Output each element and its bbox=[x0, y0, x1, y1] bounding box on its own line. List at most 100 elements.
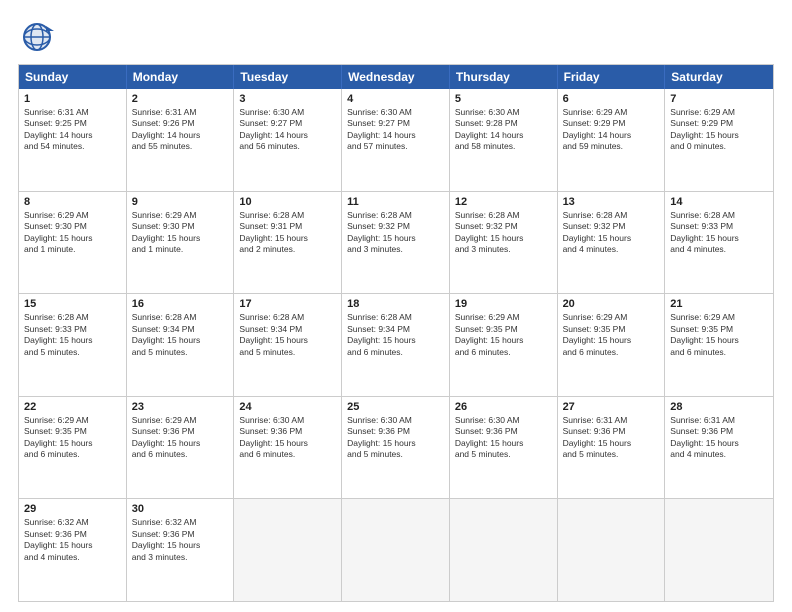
cell-info: Sunrise: 6:31 AM Sunset: 9:25 PM Dayligh… bbox=[24, 107, 121, 153]
weekday-header: Wednesday bbox=[342, 65, 450, 89]
calendar-cell: 9 Sunrise: 6:29 AM Sunset: 9:30 PM Daylig… bbox=[127, 192, 235, 294]
calendar-cell: 10 Sunrise: 6:28 AM Sunset: 9:31 PM Dayli… bbox=[234, 192, 342, 294]
day-number: 28 bbox=[670, 401, 768, 413]
calendar-cell: 13 Sunrise: 6:28 AM Sunset: 9:32 PM Dayli… bbox=[558, 192, 666, 294]
cell-info: Sunrise: 6:29 AM Sunset: 9:29 PM Dayligh… bbox=[670, 107, 768, 153]
cell-info: Sunrise: 6:29 AM Sunset: 9:35 PM Dayligh… bbox=[24, 415, 121, 461]
calendar-cell: 14 Sunrise: 6:28 AM Sunset: 9:33 PM Dayli… bbox=[665, 192, 773, 294]
cell-info: Sunrise: 6:28 AM Sunset: 9:34 PM Dayligh… bbox=[347, 312, 444, 358]
cell-info: Sunrise: 6:30 AM Sunset: 9:36 PM Dayligh… bbox=[347, 415, 444, 461]
cell-info: Sunrise: 6:28 AM Sunset: 9:32 PM Dayligh… bbox=[455, 210, 552, 256]
calendar-cell: 1Sunrise: 6:31 AM Sunset: 9:25 PM Daylig… bbox=[19, 89, 127, 191]
cell-info: Sunrise: 6:29 AM Sunset: 9:30 PM Dayligh… bbox=[132, 210, 229, 256]
day-number: 5 bbox=[455, 93, 552, 105]
cell-info: Sunrise: 6:29 AM Sunset: 9:35 PM Dayligh… bbox=[563, 312, 660, 358]
cell-info: Sunrise: 6:32 AM Sunset: 9:36 PM Dayligh… bbox=[132, 517, 229, 563]
day-number: 21 bbox=[670, 298, 768, 310]
calendar-body: 1Sunrise: 6:31 AM Sunset: 9:25 PM Daylig… bbox=[19, 89, 773, 601]
day-number: 19 bbox=[455, 298, 552, 310]
calendar-cell bbox=[234, 499, 342, 601]
day-number: 16 bbox=[132, 298, 229, 310]
calendar-cell: 3 Sunrise: 6:30 AM Sunset: 9:27 PM Daylig… bbox=[234, 89, 342, 191]
calendar-cell: 21 Sunrise: 6:29 AM Sunset: 9:35 PM Dayli… bbox=[665, 294, 773, 396]
cell-info: Sunrise: 6:30 AM Sunset: 9:27 PM Dayligh… bbox=[239, 107, 336, 153]
calendar-cell: 20 Sunrise: 6:29 AM Sunset: 9:35 PM Dayli… bbox=[558, 294, 666, 396]
calendar-cell: 18 Sunrise: 6:28 AM Sunset: 9:34 PM Dayli… bbox=[342, 294, 450, 396]
logo-icon bbox=[18, 18, 56, 56]
day-number: 30 bbox=[132, 503, 229, 515]
cell-info: Sunrise: 6:28 AM Sunset: 9:32 PM Dayligh… bbox=[563, 210, 660, 256]
cell-info: Sunrise: 6:30 AM Sunset: 9:28 PM Dayligh… bbox=[455, 107, 552, 153]
weekday-header: Friday bbox=[558, 65, 666, 89]
calendar-cell: 29 Sunrise: 6:32 AM Sunset: 9:36 PM Dayli… bbox=[19, 499, 127, 601]
logo bbox=[18, 18, 62, 56]
calendar-cell: 5 Sunrise: 6:30 AM Sunset: 9:28 PM Daylig… bbox=[450, 89, 558, 191]
calendar: SundayMondayTuesdayWednesdayThursdayFrid… bbox=[18, 64, 774, 602]
day-number: 18 bbox=[347, 298, 444, 310]
calendar-cell: 22 Sunrise: 6:29 AM Sunset: 9:35 PM Dayli… bbox=[19, 397, 127, 499]
day-number: 29 bbox=[24, 503, 121, 515]
day-number: 26 bbox=[455, 401, 552, 413]
calendar-cell: 6 Sunrise: 6:29 AM Sunset: 9:29 PM Daylig… bbox=[558, 89, 666, 191]
day-number: 3 bbox=[239, 93, 336, 105]
calendar-cell: 25Sunrise: 6:30 AM Sunset: 9:36 PM Dayli… bbox=[342, 397, 450, 499]
cell-info: Sunrise: 6:30 AM Sunset: 9:36 PM Dayligh… bbox=[455, 415, 552, 461]
calendar-cell: 28 Sunrise: 6:31 AM Sunset: 9:36 PM Dayli… bbox=[665, 397, 773, 499]
cell-info: Sunrise: 6:29 AM Sunset: 9:35 PM Dayligh… bbox=[455, 312, 552, 358]
cell-info: Sunrise: 6:30 AM Sunset: 9:36 PM Dayligh… bbox=[239, 415, 336, 461]
calendar-cell: 15 Sunrise: 6:28 AM Sunset: 9:33 PM Dayli… bbox=[19, 294, 127, 396]
calendar-cell: 4Sunrise: 6:30 AM Sunset: 9:27 PM Daylig… bbox=[342, 89, 450, 191]
page: SundayMondayTuesdayWednesdayThursdayFrid… bbox=[0, 0, 792, 612]
day-number: 11 bbox=[347, 196, 444, 208]
day-number: 12 bbox=[455, 196, 552, 208]
day-number: 14 bbox=[670, 196, 768, 208]
calendar-cell: 7 Sunrise: 6:29 AM Sunset: 9:29 PM Daylig… bbox=[665, 89, 773, 191]
weekday-header: Saturday bbox=[665, 65, 773, 89]
calendar-cell: 12 Sunrise: 6:28 AM Sunset: 9:32 PM Dayli… bbox=[450, 192, 558, 294]
day-number: 10 bbox=[239, 196, 336, 208]
calendar-cell: 11 Sunrise: 6:28 AM Sunset: 9:32 PM Dayli… bbox=[342, 192, 450, 294]
day-number: 15 bbox=[24, 298, 121, 310]
day-number: 9 bbox=[132, 196, 229, 208]
cell-info: Sunrise: 6:28 AM Sunset: 9:33 PM Dayligh… bbox=[24, 312, 121, 358]
day-number: 8 bbox=[24, 196, 121, 208]
calendar-cell: 19 Sunrise: 6:29 AM Sunset: 9:35 PM Dayli… bbox=[450, 294, 558, 396]
cell-info: Sunrise: 6:28 AM Sunset: 9:32 PM Dayligh… bbox=[347, 210, 444, 256]
day-number: 13 bbox=[563, 196, 660, 208]
day-number: 24 bbox=[239, 401, 336, 413]
weekday-header: Sunday bbox=[19, 65, 127, 89]
cell-info: Sunrise: 6:29 AM Sunset: 9:35 PM Dayligh… bbox=[670, 312, 768, 358]
day-number: 7 bbox=[670, 93, 768, 105]
day-number: 20 bbox=[563, 298, 660, 310]
calendar-cell bbox=[665, 499, 773, 601]
day-number: 23 bbox=[132, 401, 229, 413]
calendar-cell: 8Sunrise: 6:29 AM Sunset: 9:30 PM Daylig… bbox=[19, 192, 127, 294]
cell-info: Sunrise: 6:31 AM Sunset: 9:36 PM Dayligh… bbox=[563, 415, 660, 461]
calendar-cell: 17Sunrise: 6:28 AM Sunset: 9:34 PM Dayli… bbox=[234, 294, 342, 396]
day-number: 17 bbox=[239, 298, 336, 310]
calendar-cell bbox=[342, 499, 450, 601]
calendar-cell: 16 Sunrise: 6:28 AM Sunset: 9:34 PM Dayli… bbox=[127, 294, 235, 396]
weekday-header: Thursday bbox=[450, 65, 558, 89]
cell-info: Sunrise: 6:28 AM Sunset: 9:33 PM Dayligh… bbox=[670, 210, 768, 256]
day-number: 22 bbox=[24, 401, 121, 413]
weekday-header: Monday bbox=[127, 65, 235, 89]
calendar-row: 1Sunrise: 6:31 AM Sunset: 9:25 PM Daylig… bbox=[19, 89, 773, 191]
cell-info: Sunrise: 6:28 AM Sunset: 9:34 PM Dayligh… bbox=[132, 312, 229, 358]
header bbox=[18, 18, 774, 56]
cell-info: Sunrise: 6:28 AM Sunset: 9:31 PM Dayligh… bbox=[239, 210, 336, 256]
cell-info: Sunrise: 6:31 AM Sunset: 9:36 PM Dayligh… bbox=[670, 415, 768, 461]
cell-info: Sunrise: 6:32 AM Sunset: 9:36 PM Dayligh… bbox=[24, 517, 121, 563]
calendar-header: SundayMondayTuesdayWednesdayThursdayFrid… bbox=[19, 65, 773, 89]
day-number: 4 bbox=[347, 93, 444, 105]
calendar-cell bbox=[450, 499, 558, 601]
calendar-row: 22 Sunrise: 6:29 AM Sunset: 9:35 PM Dayli… bbox=[19, 396, 773, 499]
cell-info: Sunrise: 6:31 AM Sunset: 9:26 PM Dayligh… bbox=[132, 107, 229, 153]
day-number: 2 bbox=[132, 93, 229, 105]
day-number: 27 bbox=[563, 401, 660, 413]
calendar-cell: 27 Sunrise: 6:31 AM Sunset: 9:36 PM Dayli… bbox=[558, 397, 666, 499]
cell-info: Sunrise: 6:29 AM Sunset: 9:36 PM Dayligh… bbox=[132, 415, 229, 461]
cell-info: Sunrise: 6:29 AM Sunset: 9:29 PM Dayligh… bbox=[563, 107, 660, 153]
calendar-cell: 24 Sunrise: 6:30 AM Sunset: 9:36 PM Dayli… bbox=[234, 397, 342, 499]
day-number: 6 bbox=[563, 93, 660, 105]
